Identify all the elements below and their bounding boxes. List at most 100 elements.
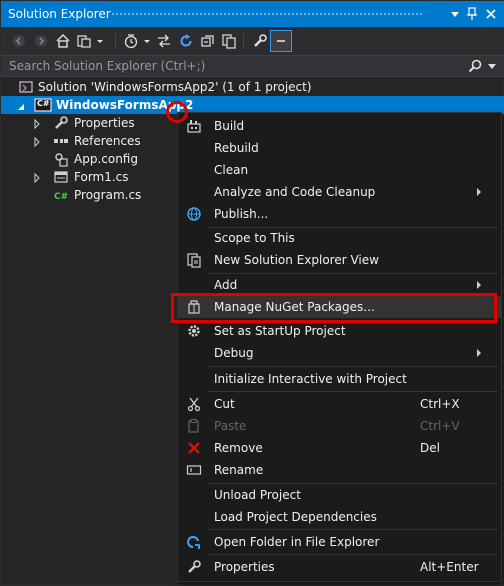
search-input[interactable]: [1, 56, 461, 76]
solution-explorer-panel: Solution Explorer Search Solution Explor…: [0, 0, 504, 586]
expand-arrow-icon[interactable]: [32, 118, 42, 130]
tree-item-label: Form1.cs: [74, 170, 129, 184]
tree-item-label: Properties: [74, 116, 135, 130]
menu-item-rebuild[interactable]: Rebuild: [178, 137, 501, 159]
shortcut-label: Ctrl+V: [420, 419, 460, 433]
menu-item-remove[interactable]: Remove Del: [178, 437, 501, 459]
back-icon[interactable]: [11, 33, 27, 49]
project-badge: C#: [37, 99, 50, 108]
menu-item-label: Clean: [214, 163, 249, 177]
pending-changes-dropdown-icon[interactable]: [142, 33, 152, 49]
home-icon[interactable]: [55, 33, 71, 49]
title-grip: [111, 12, 423, 17]
solution-label: Solution 'WindowsFormsApp2' (1 of 1 proj…: [38, 80, 312, 94]
toolbar: [1, 27, 504, 55]
switch-views-dropdown-icon[interactable]: [95, 33, 105, 49]
submenu-arrow-icon: [477, 188, 481, 196]
toolbar-separator: [115, 33, 116, 49]
tree-row-solution[interactable]: Solution 'WindowsFormsApp2' (1 of 1 proj…: [1, 78, 504, 96]
svg-text:C#: C#: [54, 192, 68, 202]
menu-item-label: Rebuild: [214, 141, 259, 155]
preview-selected-items-icon[interactable]: [270, 30, 292, 52]
scissors-icon: [186, 396, 202, 412]
menu-item-build[interactable]: Build: [178, 115, 501, 137]
menu-item-clean[interactable]: Clean: [178, 159, 501, 181]
expand-arrow-icon[interactable]: [32, 172, 42, 184]
search-options-dropdown-icon[interactable]: [487, 59, 499, 73]
panel-title: Solution Explorer: [8, 7, 111, 21]
menu-separator: [208, 529, 498, 530]
form-icon: [53, 169, 69, 185]
paste-icon: [186, 418, 202, 434]
remove-x-icon: [186, 440, 202, 456]
pending-changes-filter-icon[interactable]: [123, 33, 139, 49]
csharp-file-icon: C#: [53, 187, 69, 203]
show-all-files-icon[interactable]: [221, 33, 237, 49]
open-folder-arrow-icon: [186, 534, 202, 550]
search-bar: [1, 55, 504, 77]
menu-item-label: Publish...: [214, 207, 269, 221]
menu-item-debug[interactable]: Debug: [178, 342, 501, 364]
menu-item-load-dependencies[interactable]: Load Project Dependencies: [178, 506, 501, 528]
window-position-dropdown-icon[interactable]: [447, 6, 463, 22]
switch-views-icon[interactable]: [76, 33, 92, 49]
menu-item-new-solution-explorer-view[interactable]: New Solution Explorer View: [178, 249, 501, 271]
menu-item-label: Load Project Dependencies: [214, 510, 377, 524]
collapse-arrow-icon[interactable]: [16, 101, 26, 111]
wrench-icon: [53, 115, 69, 131]
menu-item-cut[interactable]: Cut Ctrl+X: [178, 393, 501, 415]
tree-item-label: App.config: [74, 152, 138, 166]
menu-item-set-startup[interactable]: Set as StartUp Project: [178, 320, 501, 342]
submenu-arrow-icon: [477, 349, 481, 357]
shortcut-label: Ctrl+X: [420, 397, 460, 411]
menu-item-label: Add: [214, 278, 238, 292]
globe-icon: [186, 206, 202, 222]
gear-icon: [186, 323, 202, 339]
menu-item-rename[interactable]: Rename: [178, 459, 501, 481]
menu-item-unload-project[interactable]: Unload Project: [178, 484, 501, 506]
shortcut-label: Alt+Enter: [420, 560, 479, 574]
menu-separator: [208, 391, 498, 392]
menu-item-paste[interactable]: Paste Ctrl+V: [178, 415, 501, 437]
menu-item-label: Unload Project: [214, 488, 301, 502]
forward-icon[interactable]: [33, 33, 49, 49]
search-icon[interactable]: [467, 58, 483, 74]
references-icon: [53, 133, 69, 149]
highlight-box-annotation: [171, 293, 497, 323]
close-icon[interactable]: [483, 6, 499, 22]
config-file-icon: [53, 151, 69, 167]
expand-arrow-icon[interactable]: [32, 136, 42, 148]
highlight-circle-annotation: [166, 101, 188, 123]
menu-item-label: Open Folder in File Explorer: [214, 535, 380, 549]
menu-item-analyze[interactable]: Analyze and Code Cleanup: [178, 181, 501, 203]
rename-icon: [186, 462, 202, 478]
menu-item-open-folder[interactable]: Open Folder in File Explorer: [178, 531, 501, 553]
sync-with-document-icon[interactable]: [156, 33, 172, 49]
menu-item-initialize-interactive[interactable]: Initialize Interactive with Project: [178, 368, 501, 390]
menu-item-label: Analyze and Code Cleanup: [214, 185, 376, 199]
menu-item-publish[interactable]: Publish...: [178, 203, 501, 225]
collapse-all-icon[interactable]: [200, 33, 216, 49]
toolbar-separator: [243, 33, 244, 49]
menu-item-label: Rename: [214, 463, 264, 477]
shortcut-label: Del: [420, 441, 440, 455]
refresh-icon[interactable]: [178, 33, 194, 49]
properties-wrench-icon[interactable]: [252, 33, 268, 49]
menu-item-properties[interactable]: Properties Alt+Enter: [178, 556, 501, 578]
tree-item-label: Program.cs: [74, 188, 142, 202]
title-bar: Solution Explorer: [1, 1, 504, 27]
submenu-arrow-icon: [477, 281, 481, 289]
menu-item-label: Remove: [214, 441, 263, 455]
menu-item-label: Paste: [214, 419, 247, 433]
menu-separator: [208, 554, 498, 555]
pin-icon[interactable]: [464, 6, 480, 22]
menu-item-label: Set as StartUp Project: [214, 324, 346, 338]
menu-item-scope-to-this[interactable]: Scope to This: [178, 227, 501, 249]
menu-item-label: New Solution Explorer View: [214, 253, 379, 267]
wrench-icon: [186, 559, 202, 575]
menu-item-label: Build: [214, 119, 245, 133]
menu-item-label: Initialize Interactive with Project: [214, 372, 407, 386]
new-view-icon: [186, 252, 202, 268]
build-icon: [186, 118, 202, 134]
menu-item-label: Cut: [214, 397, 235, 411]
